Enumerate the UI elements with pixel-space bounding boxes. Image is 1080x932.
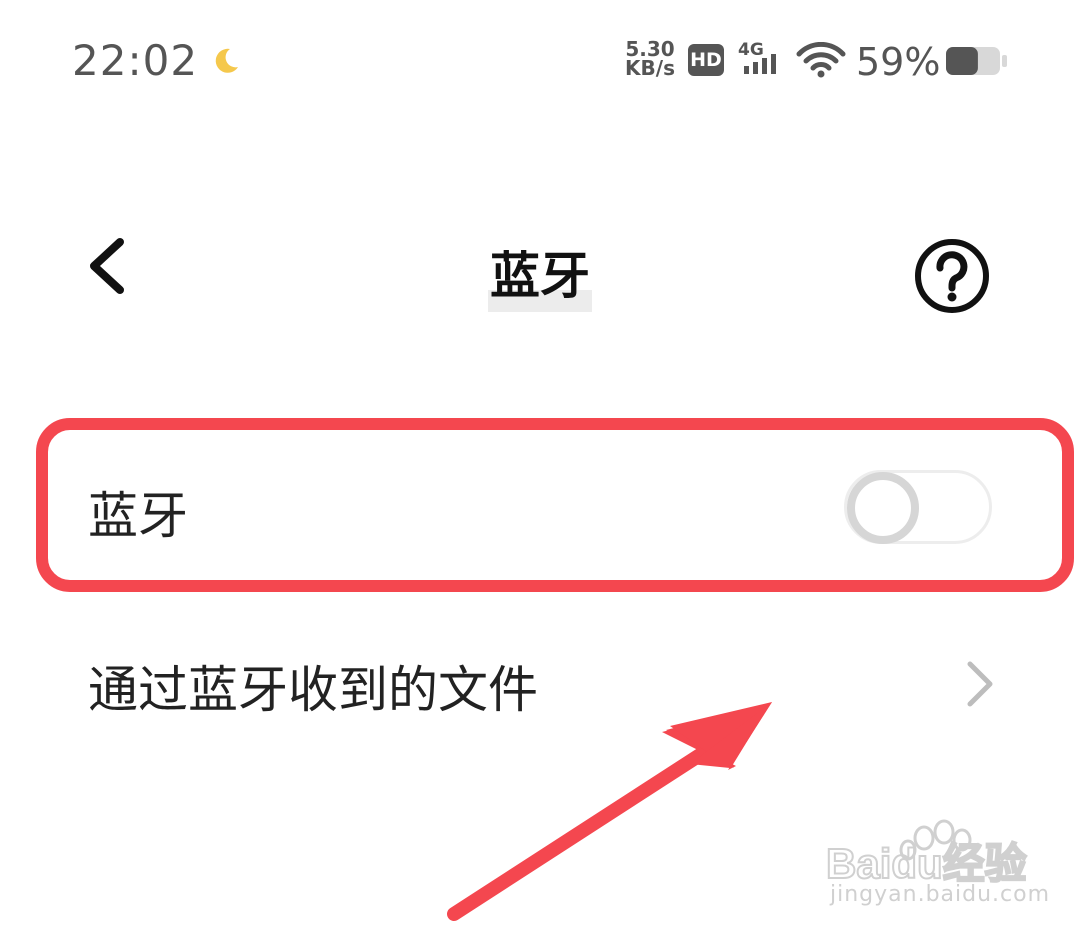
help-button[interactable] (912, 236, 992, 316)
watermark-url: jingyan.baidu.com (830, 882, 1051, 907)
bluetooth-settings-screen: 22:02 5.30 KB/s HD 4G 59% 蓝牙 蓝牙 通过蓝牙收到的文… (0, 0, 1080, 932)
bluetooth-row-label: 蓝牙 (88, 487, 188, 545)
chevron-right-icon (967, 661, 993, 707)
watermark-logo-text: Baidu经验 (826, 840, 1027, 887)
moon-icon (215, 48, 238, 73)
status-time: 22:02 (72, 36, 199, 85)
annotation-arrow (447, 702, 772, 921)
wifi-icon (796, 42, 846, 78)
network-speed: 5.30 KB/s (624, 39, 676, 80)
question-circle-icon (915, 239, 989, 313)
cellular-signal: 4G (738, 40, 784, 76)
switch-knob (847, 472, 919, 544)
signal-bars-icon (744, 54, 776, 74)
battery-icon (946, 47, 1007, 75)
network-speed-unit: KB/s (625, 56, 675, 80)
bluetooth-switch[interactable] (844, 470, 992, 544)
battery-percent: 59% (856, 40, 941, 84)
hd-badge: HD (688, 44, 724, 76)
